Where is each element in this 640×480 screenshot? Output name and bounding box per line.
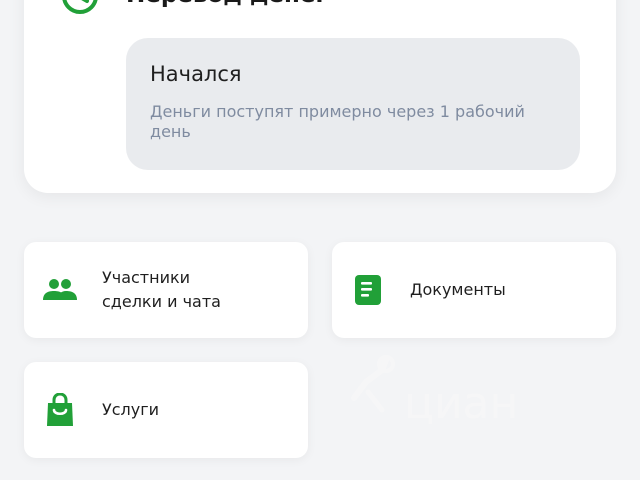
shopping-bag-icon — [47, 393, 73, 426]
transfer-title: Перевод денег — [126, 0, 328, 8]
clock-icon — [62, 0, 98, 14]
participants-tile[interactable]: Участники сделки и чата — [24, 242, 308, 338]
documents-tile[interactable]: Документы — [332, 242, 616, 338]
participants-label: Участники сделки и чата — [102, 268, 221, 311]
people-icon — [43, 279, 77, 300]
watermark-text: циан — [404, 378, 518, 424]
status-box: Начался Деньги поступят примерно через 1… — [126, 38, 580, 170]
watermark-logo: циан — [351, 355, 518, 424]
services-label: Услуги — [102, 400, 160, 419]
status-description: Деньги поступят примерно через 1 рабочий… — [150, 102, 525, 141]
transfer-card: Перевод денег Начался Деньги поступят пр… — [24, 0, 616, 193]
document-icon — [355, 275, 381, 305]
documents-label: Документы — [410, 280, 506, 299]
services-tile[interactable]: Услуги — [24, 362, 308, 458]
status-title: Начался — [150, 62, 242, 86]
